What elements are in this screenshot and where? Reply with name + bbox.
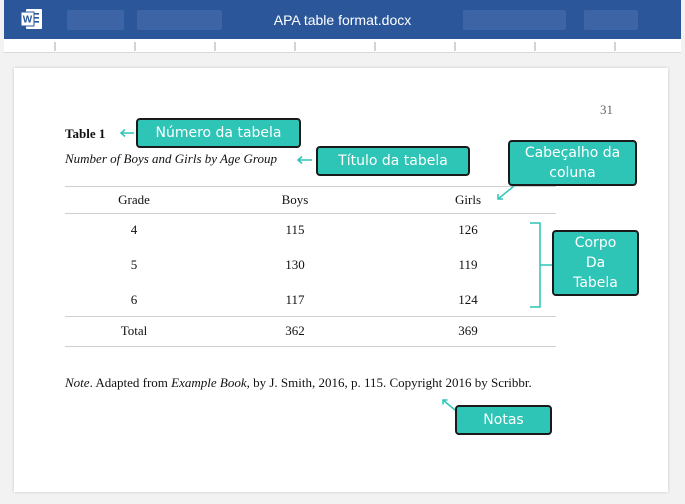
- callout-line: Tabela: [573, 275, 618, 291]
- callout-table-number: Número da tabela: [136, 118, 301, 148]
- callout-line: coluna: [549, 165, 596, 181]
- callout-notes: Notas: [455, 405, 552, 435]
- callout-column-header: Cabeçalho da coluna: [508, 140, 637, 186]
- callout-line: Cabeçalho da: [524, 145, 621, 161]
- callout-table-body: Corpo Da Tabela: [552, 230, 639, 296]
- callout-table-title: Título da tabela: [316, 146, 470, 176]
- callout-line: Da: [585, 255, 606, 271]
- callout-line: Corpo: [574, 235, 617, 251]
